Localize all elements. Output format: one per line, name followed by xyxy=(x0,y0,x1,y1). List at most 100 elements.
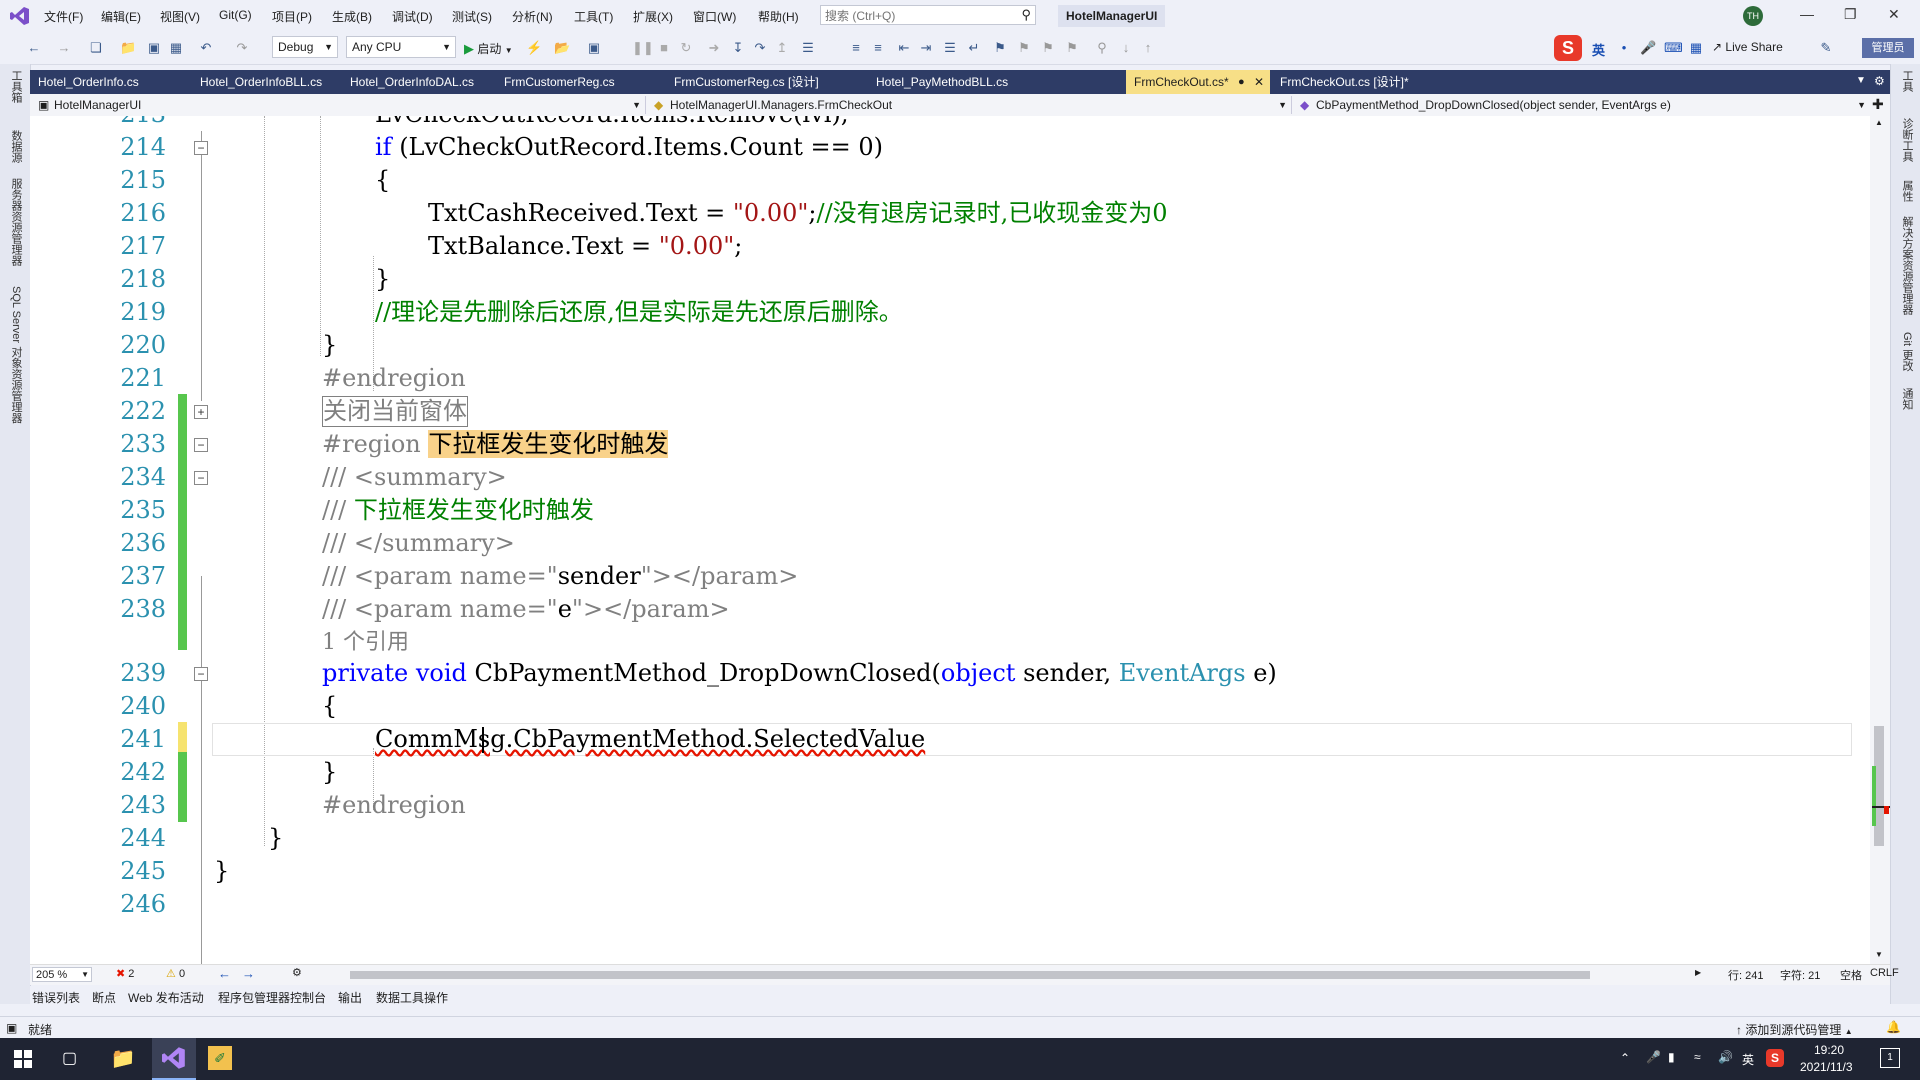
prev-bookmark-icon[interactable]: ⚑ xyxy=(1016,40,1032,56)
search-icon[interactable]: ⚲ xyxy=(1021,7,1031,23)
find-icon[interactable]: ⚲ xyxy=(1094,40,1110,56)
tab-paymethod-bll[interactable]: Hotel_PayMethodBLL.cs xyxy=(868,70,1054,94)
ime-tray-language[interactable]: 英 xyxy=(1742,1051,1754,1068)
ime-language[interactable]: 英 xyxy=(1592,40,1605,59)
solution-explorer-tab[interactable]: 解决方案资源管理器 xyxy=(1899,216,1915,315)
gear-icon[interactable]: ⚙ xyxy=(1874,74,1885,88)
zoom-select[interactable]: 205 % ▼ xyxy=(32,967,92,982)
menu-extensions[interactable]: 扩展(X) xyxy=(633,8,673,25)
keyboard-icon[interactable]: ⌨ xyxy=(1664,40,1683,56)
back-icon[interactable]: ← xyxy=(26,40,42,56)
collapse-icon[interactable]: − xyxy=(194,141,208,155)
step-out-icon[interactable]: ↥ xyxy=(774,40,790,56)
warning-count[interactable]: ⚠ 0 xyxy=(166,967,185,980)
tab-package-manager-console[interactable]: 程序包管理器控制台 xyxy=(218,989,326,1006)
menu-view[interactable]: 视图(V) xyxy=(160,8,200,25)
notification-center-icon[interactable]: 1 xyxy=(1880,1048,1900,1068)
menu-project[interactable]: 项目(P) xyxy=(272,8,312,25)
horizontal-scrollbar[interactable] xyxy=(350,971,1590,979)
undo-icon[interactable]: ↶ xyxy=(198,40,214,56)
task-view-icon[interactable]: ▢ xyxy=(62,1048,77,1068)
microphone-icon[interactable]: 🎤 xyxy=(1640,40,1656,56)
menu-debug[interactable]: 调试(D) xyxy=(392,8,433,25)
prev-issue-icon[interactable]: ← xyxy=(218,966,231,981)
restore-button[interactable]: ❐ xyxy=(1844,6,1857,23)
step-into-icon[interactable]: ↧ xyxy=(730,40,746,56)
tab-customer-reg-design[interactable]: FrmCustomerReg.cs [设计] xyxy=(666,70,866,94)
platform-select[interactable]: Any CPU ▼ xyxy=(346,36,456,58)
collapse-icon[interactable]: − xyxy=(194,438,208,452)
menu-tools[interactable]: 工具(T) xyxy=(574,8,613,25)
tab-orderinfo-bll[interactable]: Hotel_OrderInfoBLL.cs xyxy=(192,70,340,94)
new-project-icon[interactable]: ❏ xyxy=(88,40,104,56)
step-over-icon[interactable]: ↷ xyxy=(752,40,768,56)
start-button[interactable]: ▶ 启动 ▼ xyxy=(464,40,513,57)
member-nav-select[interactable]: ◆ CbPaymentMethod_DropDownClosed(object s… xyxy=(1298,96,1870,114)
uncomment-icon[interactable]: ≡ xyxy=(870,40,886,56)
minimize-button[interactable]: — xyxy=(1800,6,1814,22)
menu-file[interactable]: 文件(F) xyxy=(44,8,83,25)
diagnostic-tools-tab[interactable]: 诊断工具 xyxy=(1899,118,1915,162)
tab-customer-reg[interactable]: FrmCustomerReg.cs xyxy=(496,70,664,94)
down-arrow-icon[interactable]: ↓ xyxy=(1118,40,1134,56)
clear-bookmarks-icon[interactable]: ⚑ xyxy=(1064,40,1080,56)
collapsed-region[interactable]: 关闭当前窗体 xyxy=(322,396,468,427)
tab-checkout[interactable]: FrmCheckOut.cs* ● ✕ xyxy=(1126,70,1270,94)
eol-indicator[interactable]: CRLF xyxy=(1870,967,1899,979)
tools-tab[interactable]: 工具 xyxy=(1899,70,1915,92)
vertical-scrollbar[interactable]: ▲ ▼ xyxy=(1870,116,1890,964)
codelens-references[interactable]: 1 个引用 xyxy=(322,626,409,659)
git-changes-tab[interactable]: Git 更改 xyxy=(1899,332,1915,371)
avatar[interactable]: TH xyxy=(1743,6,1763,26)
format-icon[interactable]: ☰ xyxy=(942,40,958,56)
split-editor-icon[interactable]: ✚ xyxy=(1872,96,1884,113)
stop-icon[interactable]: ■ xyxy=(656,40,672,56)
comment-icon[interactable]: ≡ xyxy=(848,40,864,56)
indent-icon[interactable]: ⇥ xyxy=(918,40,934,56)
next-issue-icon[interactable]: → xyxy=(242,966,255,981)
next-bookmark-icon[interactable]: ⚑ xyxy=(1040,40,1056,56)
up-arrow-icon[interactable]: ↑ xyxy=(1140,40,1156,56)
tab-web-publish[interactable]: Web 发布活动 xyxy=(128,989,204,1006)
clock-time[interactable]: 19:20 xyxy=(1814,1043,1844,1057)
add-to-source-control-button[interactable]: ↑ 添加到源代码管理 ▲ xyxy=(1736,1021,1853,1038)
menu-test[interactable]: 测试(S) xyxy=(452,8,492,25)
tab-error-list[interactable]: 错误列表 xyxy=(32,989,80,1006)
sql-server-explorer-tab[interactable]: SQL Server 对象资源管理器 xyxy=(8,286,24,423)
wrap-icon[interactable]: ↵ xyxy=(966,40,982,56)
microphone-tray-icon[interactable]: 🎤 xyxy=(1646,1050,1661,1064)
outdent-icon[interactable]: ⇤ xyxy=(896,40,912,56)
menu-git[interactable]: Git(G) xyxy=(219,8,252,22)
scroll-right-icon[interactable]: ▶ xyxy=(1695,968,1701,977)
bookmark-icon[interactable]: ⚑ xyxy=(992,40,1008,56)
tab-orderinfo[interactable]: Hotel_OrderInfo.cs xyxy=(30,70,190,94)
save-icon[interactable]: ▣ xyxy=(146,40,162,56)
paint-app-icon[interactable]: ✐ xyxy=(208,1046,232,1070)
collapse-icon[interactable]: − xyxy=(194,471,208,485)
tab-output[interactable]: 输出 xyxy=(338,989,362,1006)
search-input[interactable] xyxy=(821,6,1017,26)
sogou-tray-icon[interactable]: S xyxy=(1766,1049,1784,1067)
menu-analyze[interactable]: 分析(N) xyxy=(512,8,553,25)
pause-icon[interactable]: ❚❚ xyxy=(632,40,654,56)
search-box[interactable]: ⚲ xyxy=(820,5,1036,26)
menu-edit[interactable]: 编辑(E) xyxy=(101,8,141,25)
show-next-statement-icon[interactable]: ➜ xyxy=(706,40,722,56)
cleanup-icon[interactable]: ⚙ xyxy=(292,966,302,979)
close-icon[interactable]: ✕ xyxy=(1254,70,1264,94)
file-explorer-icon[interactable]: 📁 xyxy=(106,1042,140,1076)
forward-icon[interactable]: → xyxy=(56,40,72,56)
open-folder-icon[interactable]: 📁 xyxy=(120,40,136,56)
menu-help[interactable]: 帮助(H) xyxy=(758,8,799,25)
properties-tab[interactable]: 属性 xyxy=(1899,180,1915,202)
scroll-up-icon[interactable]: ▲ xyxy=(1875,118,1883,127)
feedback-icon[interactable]: ✎ xyxy=(1818,40,1834,56)
save-all-icon[interactable]: ▦ xyxy=(168,40,184,56)
config-select[interactable]: Debug ▼ xyxy=(272,36,338,58)
notifications-tab[interactable]: 通知 xyxy=(1899,388,1915,410)
error-count[interactable]: ✖ 2 xyxy=(116,967,134,980)
vs-logo-icon[interactable] xyxy=(10,6,30,26)
redo-icon[interactable]: ↷ xyxy=(234,40,250,56)
menu-build[interactable]: 生成(B) xyxy=(332,8,372,25)
bell-icon[interactable]: 🔔 xyxy=(1886,1020,1901,1034)
